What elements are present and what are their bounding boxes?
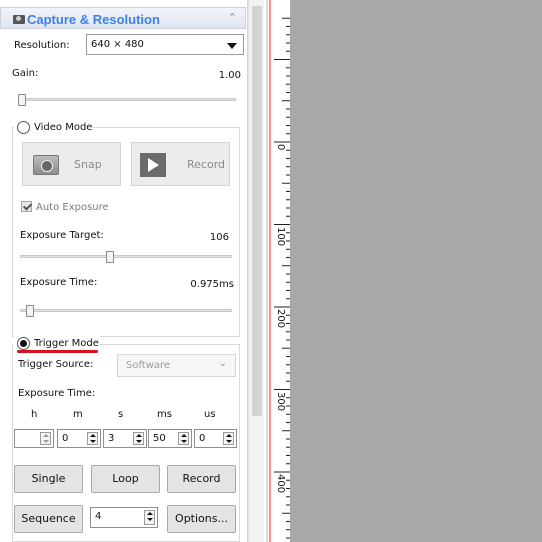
unit-us: us	[204, 409, 216, 420]
video-exposure-time-value: 0.975ms	[190, 279, 234, 290]
exposure-target-label: Exposure Target:	[20, 230, 104, 241]
collapse-chevron-icon[interactable]: ⌃	[228, 11, 237, 24]
sequence-count-value: 4	[95, 511, 102, 522]
trigger-mode-label: Trigger Mode	[34, 338, 99, 349]
auto-exposure-label: Auto Exposure	[36, 202, 109, 213]
trigger-exposure-time-label: Exposure Time:	[18, 388, 96, 399]
record-trigger-button[interactable]: Record	[167, 465, 236, 493]
resolution-select[interactable]: 640 × 480	[86, 34, 244, 55]
ruler-label: 200	[275, 309, 286, 329]
trigger-source-select[interactable]: Software ⌄	[117, 354, 236, 377]
ruler-label: 400	[275, 474, 286, 494]
unit-s: s	[118, 409, 124, 420]
options-button[interactable]: Options...	[167, 505, 236, 533]
microseconds-spinbox[interactable]: 0	[194, 429, 237, 448]
milliseconds-stepper-icon[interactable]	[178, 432, 189, 445]
gain-slider[interactable]	[20, 98, 236, 101]
record-video-button[interactable]: Record	[131, 142, 230, 186]
minutes-spinbox[interactable]: 0	[57, 429, 101, 448]
resolution-value: 640 × 480	[91, 39, 144, 50]
video-mode-radio[interactable]	[17, 121, 30, 134]
exposure-time-slider-thumb[interactable]	[26, 305, 35, 317]
video-exposure-time-label: Exposure Time:	[20, 277, 98, 288]
ruler-label: 0	[275, 144, 286, 151]
unit-h: h	[31, 409, 38, 420]
panel-scrollbar[interactable]	[248, 0, 264, 542]
record-video-label: Record	[187, 158, 226, 171]
exposure-target-value: 106	[209, 232, 229, 243]
microseconds-stepper-icon[interactable]	[223, 432, 234, 445]
exposure-target-slider[interactable]	[20, 255, 232, 258]
milliseconds-value: 50	[153, 433, 166, 444]
seconds-stepper-icon[interactable]	[133, 432, 144, 445]
chevron-down-icon: ⌄	[218, 358, 227, 369]
gain-label: Gain:	[12, 68, 39, 79]
highlight-underline	[17, 350, 98, 353]
gain-slider-thumb[interactable]	[18, 94, 26, 106]
camera-snap-icon	[33, 155, 59, 175]
sequence-button[interactable]: Sequence	[14, 505, 83, 533]
seconds-value: 3	[108, 433, 115, 444]
resolution-label: Resolution:	[14, 40, 70, 51]
milliseconds-spinbox[interactable]: 50	[148, 429, 192, 448]
capture-resolution-panel: Capture & Resolution ⌃ Resolution: 640 ×…	[0, 0, 248, 542]
minutes-value: 0	[62, 433, 69, 444]
dropdown-arrow-icon	[227, 43, 237, 49]
minutes-stepper-icon[interactable]	[87, 432, 98, 445]
trigger-mode-radio[interactable]	[17, 337, 30, 350]
auto-exposure-checkbox[interactable]	[21, 201, 32, 212]
ruler-label: 300	[275, 391, 286, 411]
trigger-source-label: Trigger Source:	[18, 359, 94, 370]
microseconds-value: 0	[199, 433, 206, 444]
hours-stepper-icon[interactable]	[40, 432, 51, 445]
exposure-time-slider[interactable]	[20, 309, 232, 312]
hours-spinbox[interactable]	[14, 429, 54, 448]
scrollbar-thumb[interactable]	[252, 6, 262, 416]
snap-label: Snap	[74, 158, 102, 171]
unit-m: m	[73, 409, 83, 420]
exposure-target-slider-thumb[interactable]	[105, 251, 114, 263]
camera-icon	[13, 15, 25, 24]
panel-header[interactable]: Capture & Resolution ⌃	[0, 7, 246, 29]
ruler-label: 100	[275, 226, 286, 246]
single-button[interactable]: Single	[14, 465, 83, 493]
sequence-count-spinbox[interactable]: 4	[90, 507, 158, 528]
seconds-spinbox[interactable]: 3	[103, 429, 147, 448]
sequence-stepper-icon[interactable]	[144, 510, 155, 525]
panel-title: Capture & Resolution	[27, 12, 160, 27]
snap-button[interactable]: Snap	[22, 142, 121, 186]
trigger-source-value: Software	[126, 360, 171, 371]
video-mode-label: Video Mode	[34, 122, 93, 133]
gain-value: 1.00	[218, 70, 241, 81]
ruler-ticks	[266, 0, 290, 542]
unit-ms: ms	[157, 409, 172, 420]
image-canvas[interactable]	[290, 0, 542, 542]
loop-button[interactable]: Loop	[91, 465, 160, 493]
play-icon	[140, 153, 166, 177]
